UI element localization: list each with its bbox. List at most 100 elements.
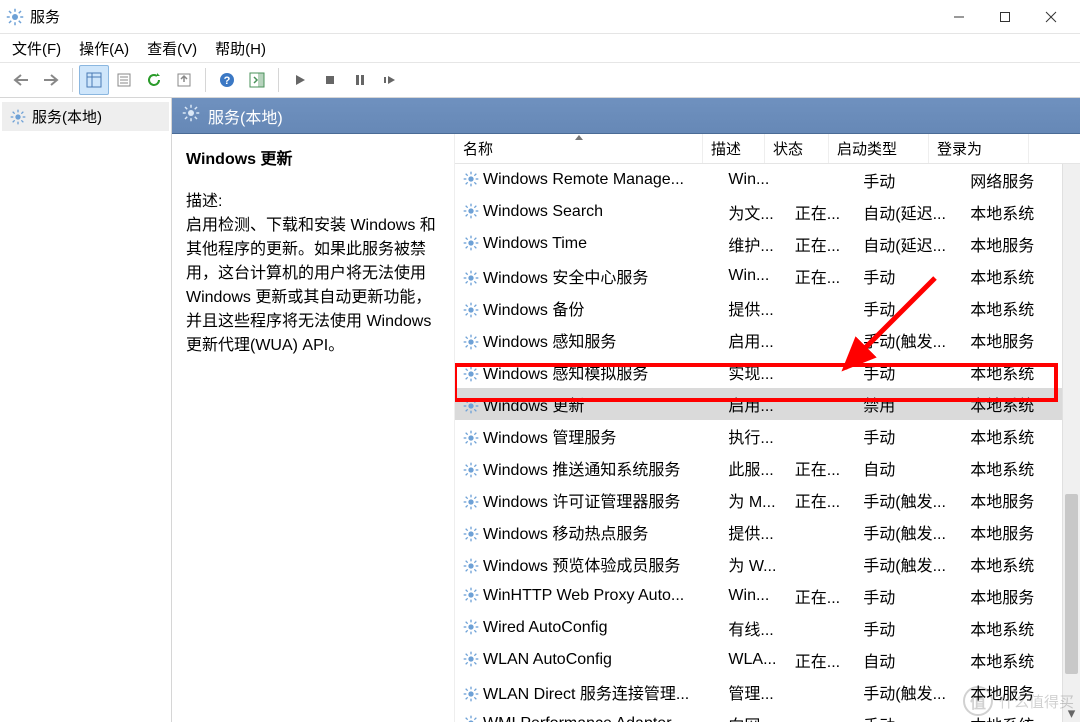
service-name: Windows 感知服务 [483, 334, 616, 351]
service-row[interactable]: Windows 感知服务启用...手动(触发...本地服务 [455, 324, 1080, 356]
service-row[interactable]: Windows 移动热点服务提供...手动(触发...本地服务 [455, 516, 1080, 548]
service-start: 手动(触发... [855, 548, 962, 580]
service-name: Windows 安全中心服务 [483, 270, 648, 287]
app-icon [6, 8, 24, 26]
service-row[interactable]: Windows Time维护...正在...自动(延迟...本地服务 [455, 228, 1080, 260]
service-icon [463, 462, 479, 478]
service-row[interactable]: Windows 备份提供...手动本地系统 [455, 292, 1080, 324]
title-bar: 服务 [0, 0, 1080, 34]
header-logon[interactable]: 登录为 [929, 134, 1029, 163]
service-row[interactable]: Windows 感知模拟服务实现...手动本地系统 [455, 356, 1080, 388]
menu-action[interactable]: 操作(A) [79, 38, 129, 59]
service-start: 手动 [855, 612, 962, 644]
service-start: 手动(触发... [855, 324, 962, 356]
service-name: Windows 感知模拟服务 [483, 366, 648, 383]
service-start: 手动 [855, 164, 962, 196]
service-state [787, 516, 855, 548]
service-name: Wired AutoConfig [483, 619, 608, 636]
service-icon [463, 651, 479, 667]
service-desc: 实现... [720, 356, 786, 388]
service-list-pane: 名称 描述 状态 启动类型 登录为 Windows Remote Manage.… [454, 134, 1080, 722]
content-pane: 服务(本地) Windows 更新 描述: 启用检测、下载和安装 Windows… [172, 98, 1080, 722]
service-icon [463, 235, 479, 251]
service-start: 自动(延迟... [855, 228, 962, 260]
header-state[interactable]: 状态 [765, 134, 829, 163]
menu-view[interactable]: 查看(V) [147, 38, 197, 59]
service-state [787, 324, 855, 356]
service-desc: 为文... [720, 196, 786, 228]
start-service-button[interactable] [285, 65, 315, 95]
svg-text:?: ? [224, 75, 231, 87]
service-icon [463, 171, 479, 187]
content-header: 服务(本地) [172, 98, 1080, 134]
service-row[interactable]: Windows Remote Manage...Win...手动网络服务 [455, 164, 1080, 196]
service-row[interactable]: Windows 安全中心服务Win...正在...手动本地系统 [455, 260, 1080, 292]
service-desc: 提供... [720, 292, 786, 324]
minimize-button[interactable] [936, 0, 982, 33]
service-start: 手动(触发... [855, 516, 962, 548]
service-desc: 提供... [720, 516, 786, 548]
window-title: 服务 [30, 6, 60, 27]
service-icon [463, 619, 479, 635]
window-controls [936, 0, 1074, 33]
stop-service-button[interactable] [315, 65, 345, 95]
toolbar-separator [278, 68, 279, 92]
service-state: 正在... [787, 260, 855, 292]
watermark: 值 什么值得买 [963, 686, 1074, 716]
service-start: 禁用 [855, 388, 962, 420]
service-desc: 管理... [720, 676, 786, 708]
service-row[interactable]: Wired AutoConfig有线...手动本地系统 [455, 612, 1080, 644]
view-detail-button[interactable] [79, 65, 109, 95]
tree-root-item[interactable]: 服务(本地) [2, 102, 169, 131]
service-state [787, 676, 855, 708]
close-button[interactable] [1028, 0, 1074, 33]
restart-service-button[interactable] [375, 65, 405, 95]
service-row[interactable]: Windows 许可证管理器服务为 M...正在...手动(触发...本地服务 [455, 484, 1080, 516]
tree-pane: 服务(本地) [0, 98, 172, 722]
maximize-button[interactable] [982, 0, 1028, 33]
header-start[interactable]: 启动类型 [829, 134, 929, 163]
selected-service-name: Windows 更新 [186, 148, 440, 172]
service-state: 正在... [787, 228, 855, 260]
scroll-thumb[interactable] [1065, 494, 1078, 674]
service-row[interactable]: Windows 更新启用...禁用本地系统 [455, 388, 1080, 420]
service-name: WLAN Direct 服务连接管理... [483, 686, 689, 703]
description-pane: Windows 更新 描述: 启用检测、下载和安装 Windows 和其他程序的… [172, 134, 454, 722]
properties-button[interactable] [109, 65, 139, 95]
refresh-button[interactable] [139, 65, 169, 95]
nav-back-button[interactable] [6, 65, 36, 95]
help-button[interactable]: ? [212, 65, 242, 95]
service-row[interactable]: Windows 管理服务执行...手动本地系统 [455, 420, 1080, 452]
service-name: Windows 预览体验成员服务 [483, 558, 680, 575]
nav-forward-button[interactable] [36, 65, 66, 95]
service-icon [463, 526, 479, 542]
service-row[interactable]: Windows 推送通知系统服务此服...正在...自动本地系统 [455, 452, 1080, 484]
service-start: 自动 [855, 452, 962, 484]
service-start: 手动 [855, 420, 962, 452]
service-state: 正在... [787, 644, 855, 676]
service-row[interactable]: WLAN AutoConfigWLA...正在...自动本地系统 [455, 644, 1080, 676]
menu-file[interactable]: 文件(F) [12, 38, 61, 59]
description-text: 启用检测、下载和安装 Windows 和其他程序的更新。如果此服务被禁用，这台计… [186, 214, 440, 358]
menu-help[interactable]: 帮助(H) [215, 38, 266, 59]
service-row[interactable]: WinHTTP Web Proxy Auto...Win...正在...手动本地… [455, 580, 1080, 612]
header-desc[interactable]: 描述 [703, 134, 765, 163]
watermark-badge: 值 [963, 686, 993, 716]
service-row[interactable]: Windows 预览体验成员服务为 W...手动(触发...本地系统 [455, 548, 1080, 580]
services-icon [182, 104, 200, 127]
service-icon [463, 715, 479, 722]
service-start: 自动(延迟... [855, 196, 962, 228]
main-area: 服务(本地) 服务(本地) Windows 更新 描述: 启用检测、下载和安装 … [0, 98, 1080, 722]
service-name: WinHTTP Web Proxy Auto... [483, 587, 684, 604]
service-start: 手动 [855, 260, 962, 292]
service-start: 手动 [855, 292, 962, 324]
header-name[interactable]: 名称 [455, 134, 703, 163]
service-row[interactable]: Windows Search为文...正在...自动(延迟...本地系统 [455, 196, 1080, 228]
vertical-scrollbar[interactable]: ▴ ▾ [1062, 134, 1080, 722]
service-name: WMI Performance Adapter [483, 715, 672, 722]
service-state: 正在... [787, 452, 855, 484]
service-desc: 维护... [720, 228, 786, 260]
action-pane-button[interactable] [242, 65, 272, 95]
export-button[interactable] [169, 65, 199, 95]
pause-service-button[interactable] [345, 65, 375, 95]
